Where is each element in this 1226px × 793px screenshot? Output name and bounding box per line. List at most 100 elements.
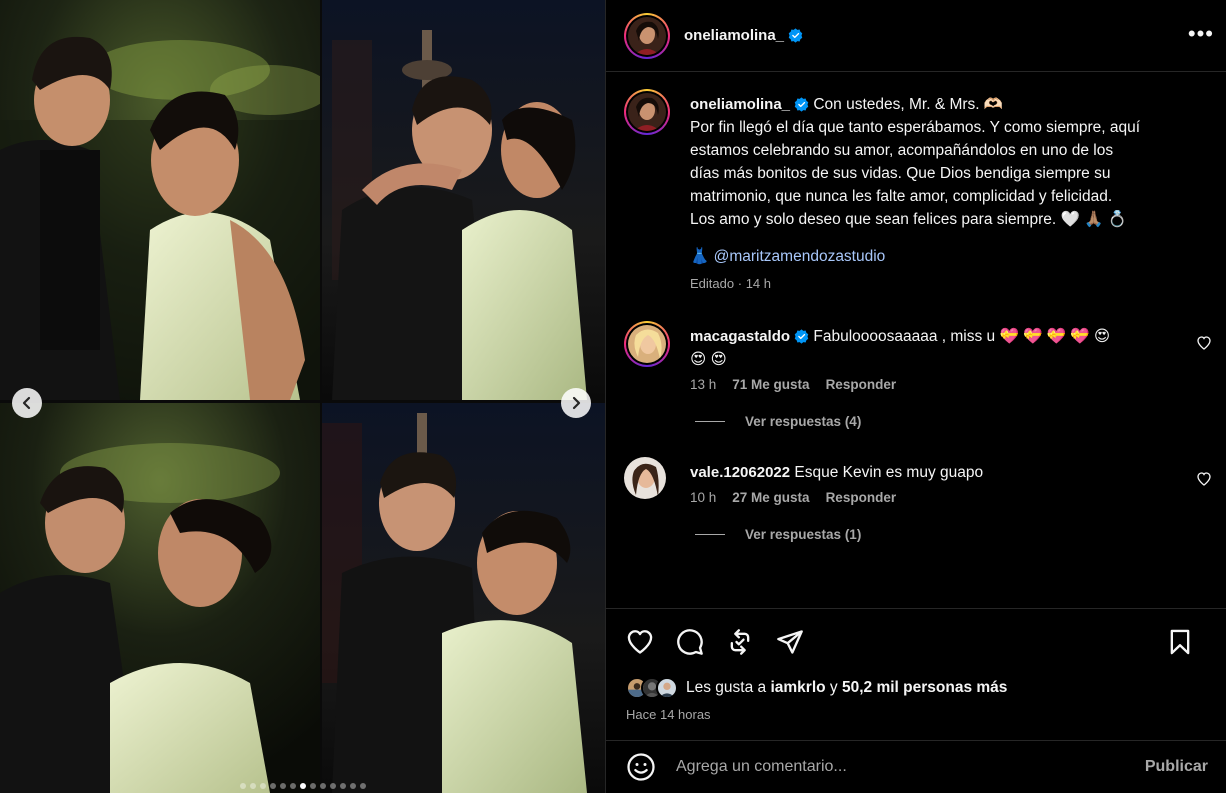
action-icons — [626, 627, 1208, 657]
carousel-dot — [319, 783, 326, 789]
caption-line: Por fin llegó el día que tanto esperábam… — [690, 119, 1141, 136]
carousel-next-button[interactable] — [561, 388, 591, 418]
caption-username[interactable]: oneliamolina_ — [690, 96, 790, 113]
post-comment-button[interactable]: Publicar — [1145, 758, 1208, 776]
post-caption: oneliamolina_ Con ustedes, Mr. & Mrs. 🫶🏻… — [624, 73, 1226, 291]
reply-button[interactable]: Responder — [826, 377, 897, 392]
liker-avatars — [626, 677, 678, 699]
replies-divider — [695, 421, 725, 422]
save-bookmark-icon[interactable] — [1166, 628, 1194, 656]
like-heart-icon[interactable] — [626, 628, 654, 656]
carousel-dot — [269, 783, 276, 789]
comment-username[interactable]: macagastaldo — [690, 328, 790, 345]
post-timestamp[interactable]: Hace 14 horas — [626, 707, 1208, 722]
caption-line: Con ustedes, Mr. & Mrs. 🫶🏻 — [813, 96, 1004, 113]
comment-actions: 10 h 27 Me gusta Responder — [690, 490, 1166, 505]
post-media-carousel[interactable] — [0, 0, 605, 793]
carousel-dot — [249, 783, 256, 789]
avatar-image — [628, 93, 666, 131]
view-replies-label: Ver respuestas (4) — [745, 414, 862, 429]
chevron-left-icon — [22, 396, 31, 410]
caption-text: oneliamolina_ Con ustedes, Mr. & Mrs. 🫶🏻… — [690, 93, 1202, 231]
comment-item: vale.12062022 Esque Kevin es muy guapo 1… — [624, 457, 1226, 542]
carousel-photo — [0, 0, 320, 400]
avatar-image — [628, 325, 666, 363]
carousel-dot — [239, 783, 246, 789]
post-actions-section: Les gusta a iamkrlo y 50,2 mil personas … — [606, 608, 1226, 722]
comment-body-continued: 😍 😍 — [690, 351, 727, 368]
avatar-image — [628, 16, 666, 55]
like-comment-heart-icon[interactable] — [1196, 471, 1212, 487]
repost-icon[interactable] — [726, 628, 754, 656]
caption-avatar[interactable] — [624, 89, 670, 135]
comment-text: vale.12062022 Esque Kevin es muy guapo — [690, 461, 1166, 484]
author-avatar[interactable] — [624, 12, 670, 59]
carousel-dot — [359, 783, 366, 789]
carousel-dot — [349, 783, 356, 789]
caption-line: días más bonitos de sus vidas. Que Dios … — [690, 165, 1111, 182]
reply-button[interactable]: Responder — [826, 490, 897, 505]
comment-time[interactable]: 10 h — [690, 490, 716, 505]
carousel-dot — [309, 783, 316, 789]
carousel-dot — [339, 783, 346, 789]
view-replies-label: Ver respuestas (1) — [745, 527, 862, 542]
mention-link[interactable]: @maritzamendozastudio — [714, 248, 886, 265]
likes-prefix: Les gusta a — [686, 679, 767, 696]
caption-mention-row: 👗 @maritzamendozastudio — [690, 247, 1202, 266]
comment-body: Esque Kevin es muy guapo — [794, 464, 984, 481]
carousel-dot — [279, 783, 286, 789]
carousel-photo — [322, 0, 605, 400]
caption-line: matrimonio, que nunca les falte amor, co… — [690, 188, 1113, 205]
author-name-row[interactable]: oneliamolina_ — [684, 27, 803, 45]
caption-meta: Editado · 14 h — [690, 276, 1202, 291]
dress-emoji: 👗 — [690, 248, 710, 265]
comment-actions: 13 h 71 Me gusta Responder — [690, 377, 1166, 392]
carousel-pagination-dots — [0, 783, 605, 789]
comments-list[interactable]: oneliamolina_ Con ustedes, Mr. & Mrs. 🫶🏻… — [606, 73, 1226, 608]
view-replies-button[interactable]: Ver respuestas (4) — [690, 414, 1166, 429]
comment-likes[interactable]: 27 Me gusta — [732, 490, 809, 505]
comment-bubble-icon[interactable] — [676, 628, 704, 656]
caption-line: Los amo y solo deseo que sean felices pa… — [690, 211, 1127, 228]
view-replies-button[interactable]: Ver respuestas (1) — [690, 527, 1166, 542]
add-comment-bar: Publicar — [606, 740, 1226, 793]
comment-username[interactable]: vale.12062022 — [690, 464, 790, 481]
verified-badge-icon — [794, 329, 809, 344]
liker-avatar — [656, 677, 678, 699]
meta-separator: · — [737, 276, 743, 291]
comment-text: macagastaldo Fabuloooosaaaaa , miss u 💝 … — [690, 325, 1166, 371]
carousel-dot — [259, 783, 266, 789]
carousel-previous-button[interactable] — [12, 388, 42, 418]
carousel-dot — [299, 783, 306, 789]
likes-summary[interactable]: Les gusta a iamkrlo y 50,2 mil personas … — [626, 677, 1208, 699]
caption-time[interactable]: 14 h — [746, 276, 771, 291]
replies-divider — [695, 534, 725, 535]
liker-username[interactable]: iamkrlo — [770, 679, 825, 697]
post-detail-panel: oneliamolina_ ••• oneliamolina_ Con uste… — [605, 0, 1226, 793]
comment-time[interactable]: 13 h — [690, 377, 716, 392]
chevron-right-icon — [572, 396, 581, 410]
comment-input[interactable] — [676, 758, 1145, 776]
comment-body: Fabuloooosaaaaa , miss u 💝 💝 💝 💝 😍 — [813, 328, 1111, 345]
comment-likes[interactable]: 71 Me gusta — [732, 377, 809, 392]
verified-badge-icon — [788, 27, 803, 43]
carousel-photo — [322, 403, 605, 793]
carousel-photo — [0, 403, 320, 793]
carousel-dot — [329, 783, 336, 789]
share-send-icon[interactable] — [776, 628, 804, 656]
edited-label: Editado — [690, 276, 735, 291]
post-header: oneliamolina_ ••• — [606, 0, 1226, 72]
more-options-button[interactable]: ••• — [1188, 23, 1214, 45]
verified-badge-icon — [794, 97, 809, 112]
caption-line: estamos celebrando su amor, acompañándol… — [690, 142, 1114, 159]
commenter-avatar[interactable] — [624, 457, 666, 499]
likes-conjunction: y — [829, 679, 838, 696]
like-comment-heart-icon[interactable] — [1196, 335, 1212, 351]
comment-item: macagastaldo Fabuloooosaaaaa , miss u 💝 … — [624, 321, 1226, 429]
likes-others-count[interactable]: 50,2 mil personas más — [842, 679, 1007, 697]
carousel-dot — [289, 783, 296, 789]
avatar-image — [624, 457, 666, 499]
commenter-avatar[interactable] — [624, 321, 670, 367]
emoji-smiley-icon[interactable] — [626, 752, 656, 782]
author-username[interactable]: oneliamolina_ — [684, 27, 784, 44]
